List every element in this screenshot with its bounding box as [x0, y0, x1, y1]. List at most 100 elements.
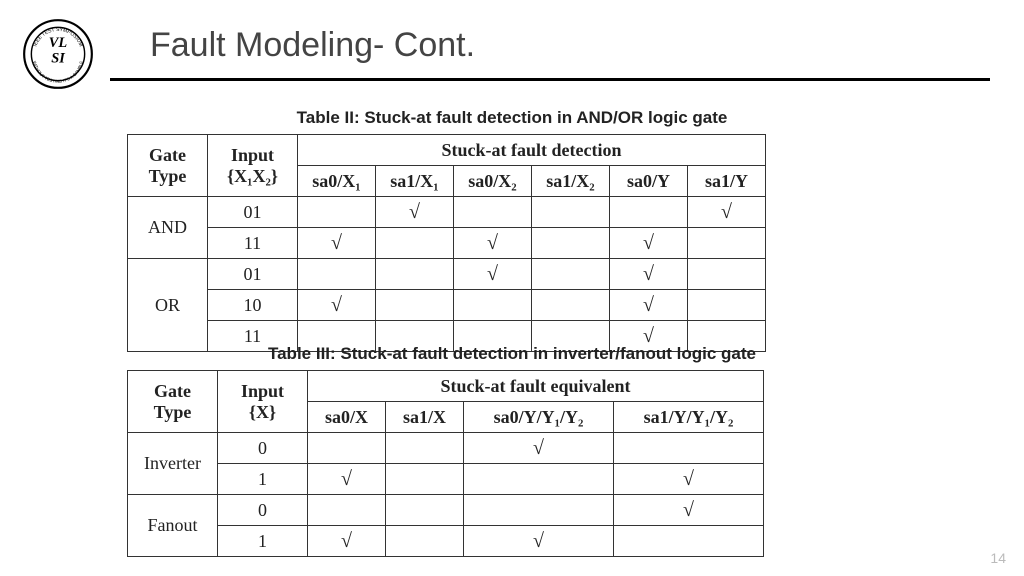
- th-sa0x2: sa0/X₂: [454, 166, 532, 197]
- mark-cell: [298, 197, 376, 228]
- table-row: 1 √ √: [128, 526, 764, 557]
- mark-cell: √: [610, 259, 688, 290]
- th-input: Input{X}: [218, 371, 308, 433]
- mark-cell: √: [614, 464, 764, 495]
- table3-caption: Table III: Stuck-at fault detection in i…: [0, 344, 1024, 364]
- check-icon: √: [331, 232, 342, 254]
- table2-caption: Table II: Stuck-at fault detection in AN…: [0, 108, 1024, 128]
- th-gate-type: Gate Type: [128, 371, 218, 433]
- th-input: Input{X₁X₂}: [208, 135, 298, 197]
- input-cell: 1: [218, 464, 308, 495]
- check-icon: √: [341, 530, 352, 552]
- check-icon: √: [533, 530, 544, 552]
- table-row: AND01√√: [128, 197, 766, 228]
- mark-cell: [688, 259, 766, 290]
- mark-cell: [386, 433, 464, 464]
- mark-cell: [376, 290, 454, 321]
- vlsi-test-symposium-logo: VL SI IEEE TEST SYMPOSIUM WITHOUT TESTIN…: [22, 18, 94, 90]
- th-sa1y: sa1/Y/Y₁/Y₂: [614, 402, 764, 433]
- svg-text:SI: SI: [51, 51, 65, 67]
- input-cell: 0: [218, 495, 308, 526]
- input-cell: 01: [208, 259, 298, 290]
- table2: Gate Type Input{X₁X₂} Stuck-at fault det…: [127, 134, 766, 352]
- check-icon: √: [683, 499, 694, 521]
- check-icon: √: [331, 294, 342, 316]
- th-sa1y: sa1/Y: [688, 166, 766, 197]
- th-sa0y: sa0/Y/Y₁/Y₂: [464, 402, 614, 433]
- mark-cell: [688, 290, 766, 321]
- mark-cell: [532, 290, 610, 321]
- mark-cell: [298, 259, 376, 290]
- check-icon: √: [533, 437, 544, 459]
- th-sa1x1: sa1/X₁: [376, 166, 454, 197]
- mark-cell: [614, 433, 764, 464]
- mark-cell: √: [308, 526, 386, 557]
- check-icon: √: [643, 263, 654, 285]
- table3: Gate Type Input{X} Stuck-at fault equiva…: [127, 370, 764, 557]
- input-cell: 01: [208, 197, 298, 228]
- mark-cell: [308, 433, 386, 464]
- mark-cell: √: [298, 228, 376, 259]
- input-cell: 10: [208, 290, 298, 321]
- input-cell: 0: [218, 433, 308, 464]
- mark-cell: √: [454, 259, 532, 290]
- mark-cell: [464, 495, 614, 526]
- mark-cell: [386, 495, 464, 526]
- gate-cell: OR: [128, 259, 208, 352]
- mark-cell: √: [464, 526, 614, 557]
- mark-cell: [688, 228, 766, 259]
- mark-cell: [614, 526, 764, 557]
- svg-text:VL: VL: [49, 35, 68, 51]
- mark-cell: √: [376, 197, 454, 228]
- check-icon: √: [341, 468, 352, 490]
- table-row: Inverter0√: [128, 433, 764, 464]
- mark-cell: [464, 464, 614, 495]
- mark-cell: √: [688, 197, 766, 228]
- page-number: 14: [990, 550, 1006, 566]
- mark-cell: √: [614, 495, 764, 526]
- th-sa1x2: sa1/X₂: [532, 166, 610, 197]
- th-sa0x1: sa0/X₁: [298, 166, 376, 197]
- table-row: 11 √ √ √: [128, 228, 766, 259]
- check-icon: √: [487, 232, 498, 254]
- gate-cell: Fanout: [128, 495, 218, 557]
- mark-cell: √: [454, 228, 532, 259]
- mark-cell: [376, 228, 454, 259]
- table3-wrap: Gate Type Input{X} Stuck-at fault equiva…: [127, 370, 764, 557]
- mark-cell: √: [610, 290, 688, 321]
- slide-title: Fault Modeling- Cont.: [150, 26, 475, 65]
- mark-cell: [454, 197, 532, 228]
- th-group: Stuck-at fault detection: [298, 135, 766, 166]
- table-row: OR01√√: [128, 259, 766, 290]
- check-icon: √: [487, 263, 498, 285]
- input-cell: 11: [208, 228, 298, 259]
- table-row: 10 √ √: [128, 290, 766, 321]
- mark-cell: [532, 228, 610, 259]
- th-sa0x: sa0/X: [308, 402, 386, 433]
- mark-cell: [308, 495, 386, 526]
- mark-cell: [532, 197, 610, 228]
- mark-cell: √: [610, 228, 688, 259]
- th-gate-type: Gate Type: [128, 135, 208, 197]
- check-icon: √: [643, 232, 654, 254]
- mark-cell: √: [298, 290, 376, 321]
- check-icon: √: [721, 201, 732, 223]
- table-row: Fanout0√: [128, 495, 764, 526]
- table2-wrap: Gate Type Input{X₁X₂} Stuck-at fault det…: [127, 134, 766, 352]
- mark-cell: √: [308, 464, 386, 495]
- th-group: Stuck-at fault equivalent: [308, 371, 764, 402]
- th-sa1x: sa1/X: [386, 402, 464, 433]
- gate-cell: Inverter: [128, 433, 218, 495]
- gate-cell: AND: [128, 197, 208, 259]
- table-row: 1 √ √: [128, 464, 764, 495]
- check-icon: √: [409, 201, 420, 223]
- mark-cell: [454, 290, 532, 321]
- check-icon: √: [643, 294, 654, 316]
- mark-cell: [532, 259, 610, 290]
- th-sa0y: sa0/Y: [610, 166, 688, 197]
- mark-cell: [386, 464, 464, 495]
- input-cell: 1: [218, 526, 308, 557]
- mark-cell: [386, 526, 464, 557]
- mark-cell: [610, 197, 688, 228]
- mark-cell: √: [464, 433, 614, 464]
